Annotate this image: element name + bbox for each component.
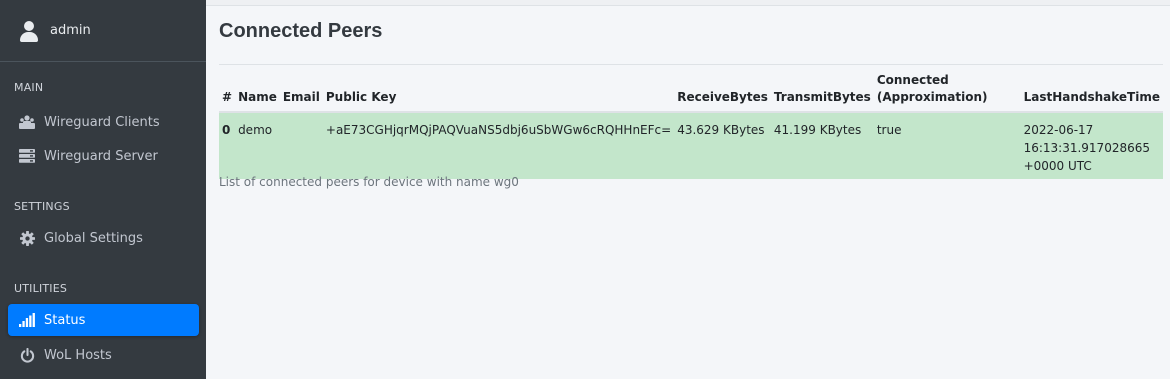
table-caption: List of connected peers for device with …	[219, 175, 519, 189]
table-header-row: # Name Email Public Key ReceiveBytes Tra…	[219, 70, 1163, 113]
cell-index: 0	[219, 112, 236, 179]
sidebar-item-status[interactable]: Status	[8, 304, 199, 336]
sidebar-item-label: Global Settings	[44, 230, 143, 246]
page-title: Connected Peers	[219, 20, 383, 42]
cell-last-handshake: 2022-06-17 16:13:31.917028665 +0000 UTC	[1020, 112, 1163, 179]
power-icon	[18, 347, 36, 363]
divider	[219, 64, 1163, 65]
column-header-name: Name	[235, 70, 280, 113]
sidebar-item-global-settings[interactable]: Global Settings	[8, 222, 199, 254]
cell-receive-bytes: 43.629 KBytes	[674, 112, 771, 179]
top-navbar-edge	[206, 0, 1170, 6]
column-header-email: Email	[279, 70, 323, 113]
nav-header-settings: SETTINGS	[14, 200, 70, 213]
server-icon	[18, 148, 36, 164]
cell-transmit-bytes: 41.199 KBytes	[770, 112, 874, 179]
gear-icon	[18, 230, 36, 246]
user-panel[interactable]: admin	[0, 0, 206, 62]
user-name[interactable]: admin	[50, 23, 91, 38]
column-header-index: #	[219, 70, 236, 113]
sidebar: admin MAIN Wireguard Clients Wireguard S…	[0, 0, 206, 379]
column-header-last-handshake: LastHandshakeTime	[1020, 70, 1163, 113]
sidebar-item-wireguard-clients[interactable]: Wireguard Clients	[8, 106, 199, 138]
peers-table: # Name Email Public Key ReceiveBytes Tra…	[219, 70, 1163, 179]
column-header-transmit-bytes: TransmitBytes	[770, 70, 874, 113]
cell-last-handshake-line1: 2022-06-17 16:13:31.917028665	[1023, 123, 1150, 155]
sidebar-item-label: Status	[44, 312, 86, 328]
cell-last-handshake-line2: +0000 UTC	[1023, 159, 1092, 173]
sidebar-item-wol-hosts[interactable]: WoL Hosts	[8, 339, 199, 371]
column-header-connected-line2: (Approximation)	[876, 90, 988, 104]
cell-name: demo	[235, 112, 280, 179]
nav-header-main: MAIN	[14, 81, 44, 94]
column-header-receive-bytes: ReceiveBytes	[674, 70, 771, 113]
sidebar-item-label: WoL Hosts	[44, 347, 112, 363]
cell-public-key: +aE73CGHjqrMQjPAQVuaNS5dbj6uSbWGw6cRQHHn…	[322, 112, 675, 179]
nav-header-utilities: UTILITIES	[14, 282, 68, 295]
users-icon	[18, 114, 36, 130]
sidebar-item-label: Wireguard Clients	[44, 114, 160, 130]
main-content: Connected Peers # Name Email Public Key …	[206, 0, 1170, 379]
sidebar-item-label: Wireguard Server	[44, 148, 158, 164]
column-header-connected-line1: Connected	[876, 73, 949, 87]
table-row: 0 demo +aE73CGHjqrMQjPAQVuaNS5dbj6uSbWGw…	[219, 112, 1163, 179]
signal-icon	[18, 312, 36, 328]
column-header-public-key: Public Key	[322, 70, 675, 113]
cell-email	[279, 112, 323, 179]
user-avatar-icon	[18, 20, 40, 42]
column-header-connected: Connected (Approximation)	[873, 70, 1021, 113]
cell-connected: true	[873, 112, 1021, 179]
sidebar-item-wireguard-server[interactable]: Wireguard Server	[8, 140, 199, 172]
